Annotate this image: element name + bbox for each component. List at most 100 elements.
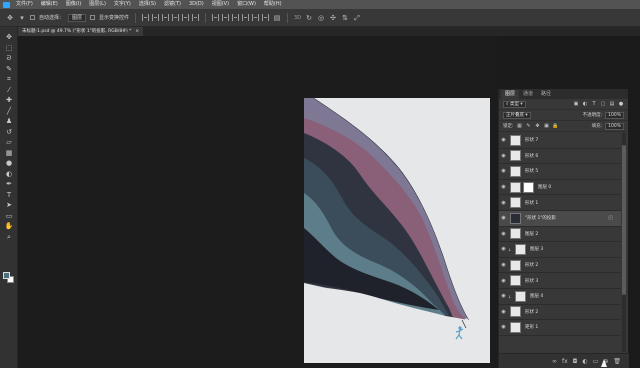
visibility-eye-icon[interactable]: ◉ xyxy=(499,324,508,330)
layer-row[interactable]: ◉ 形状 3 xyxy=(499,273,621,289)
layer-row[interactable]: ◉ 图层 0 xyxy=(499,180,621,196)
visibility-eye-icon[interactable]: ◉ xyxy=(499,278,508,284)
lock-all-icon[interactable]: 🔒 xyxy=(552,123,558,129)
align-vcenter-icon[interactable] xyxy=(152,14,160,21)
blur-icon[interactable]: ● xyxy=(4,159,14,167)
visibility-eye-icon[interactable]: ◉ xyxy=(499,153,508,159)
layer-row[interactable]: ◉ 形状 5 xyxy=(499,164,621,180)
align-bottom-icon[interactable] xyxy=(162,14,170,21)
layer-thumbnail[interactable] xyxy=(510,165,521,177)
fx-icon[interactable]: fx xyxy=(562,358,568,365)
dropdown-arrow-icon[interactable]: ▾ xyxy=(18,14,26,22)
layer-row[interactable]: ◉ 图层 2 xyxy=(499,227,621,243)
gradient-icon[interactable]: ▦ xyxy=(4,149,14,157)
layer-thumbnail[interactable] xyxy=(510,212,521,224)
3d-scale-icon[interactable]: ⤢ xyxy=(353,14,361,22)
menu-item-9[interactable]: 窗口(W) xyxy=(233,0,260,9)
folder-icon[interactable]: ▭ xyxy=(593,358,599,365)
pen-icon[interactable]: ✒ xyxy=(4,180,14,188)
healing-icon[interactable]: ✚ xyxy=(4,96,14,104)
adjustment-icon[interactable]: ◐ xyxy=(582,358,587,365)
filter-adjustment-icon[interactable]: ◐ xyxy=(582,101,588,107)
layer-row[interactable]: ◉ 矩形 1 xyxy=(499,320,621,336)
layer-row[interactable]: ◉ 形状 7 xyxy=(499,133,621,149)
crop-icon[interactable]: ⌗ xyxy=(4,75,14,83)
eyedropper-icon[interactable]: ⁄ xyxy=(4,86,14,94)
layers-scroll-thumb[interactable] xyxy=(622,145,626,295)
visibility-eye-icon[interactable]: ◉ xyxy=(499,231,508,237)
layer-row[interactable]: ◉ ↓ 图层 3 xyxy=(499,242,621,258)
distribute-top-icon[interactable] xyxy=(212,14,220,21)
menu-item-1[interactable]: 编辑(E) xyxy=(37,0,62,9)
visibility-eye-icon[interactable]: ◉ xyxy=(499,200,508,206)
lock-artboard-icon[interactable]: ▣ xyxy=(544,123,550,129)
menu-item-3[interactable]: 图层(L) xyxy=(85,0,110,9)
document-tab[interactable]: 未标题-1.psd @ 49.7% ("形状 1"的投影, RGB/8#) * … xyxy=(18,27,144,36)
mask-icon[interactable]: ◘ xyxy=(573,358,578,365)
opacity-input[interactable]: 100% xyxy=(605,111,624,119)
tab-paths[interactable]: 路径 xyxy=(537,90,555,99)
move-icon[interactable]: ✥ xyxy=(4,33,14,41)
align-left-icon[interactable] xyxy=(172,14,180,21)
eraser-icon[interactable]: ▱ xyxy=(4,138,14,146)
visibility-eye-icon[interactable]: ◉ xyxy=(499,168,508,174)
stamp-icon[interactable]: ♟ xyxy=(4,117,14,125)
lasso-icon[interactable]: ᘐ xyxy=(4,54,14,62)
lock-position-icon[interactable]: ✥ xyxy=(535,123,541,129)
layer-filter-dropdown[interactable]: ⌕ 类型 ▾ xyxy=(503,100,526,108)
layer-row[interactable]: ◉ 形状 6 xyxy=(499,149,621,165)
filter-type-icon[interactable]: T xyxy=(591,101,597,107)
layer-thumbnail[interactable] xyxy=(510,197,521,209)
marquee-icon[interactable]: ⬚ xyxy=(4,44,14,52)
layer-row[interactable]: ◉ "形状 1"的投影 ◰ xyxy=(499,210,621,227)
menu-item-8[interactable]: 视图(V) xyxy=(208,0,233,9)
auto-select-dropdown[interactable]: 图层 xyxy=(68,13,87,22)
shape-icon[interactable]: ▭ xyxy=(4,212,14,220)
3d-rotate-icon[interactable]: ↻ xyxy=(305,14,313,22)
menu-item-2[interactable]: 图像(I) xyxy=(62,0,85,9)
dodge-icon[interactable]: ◐ xyxy=(4,170,14,178)
filter-pixel-icon[interactable]: ▣ xyxy=(573,101,579,107)
layer-row[interactable]: ◉ 形状 2 xyxy=(499,258,621,274)
show-transform-checkbox[interactable] xyxy=(90,15,96,20)
fill-input[interactable]: 100% xyxy=(605,122,624,130)
distribute-vcenter-icon[interactable] xyxy=(222,14,230,21)
auto-select-checkbox[interactable] xyxy=(30,15,35,20)
trash-icon[interactable]: 🗑 xyxy=(613,358,621,365)
menu-item-5[interactable]: 选择(S) xyxy=(135,0,160,9)
menu-item-6[interactable]: 滤镜(T) xyxy=(160,0,185,9)
foreground-color-swatch[interactable] xyxy=(3,272,10,279)
tab-channels[interactable]: 通道 xyxy=(519,90,537,99)
quick-select-icon[interactable]: ✎ xyxy=(4,65,14,73)
align-right-icon[interactable] xyxy=(192,14,200,21)
3d-pan-icon[interactable]: ✣ xyxy=(329,14,337,22)
document-canvas[interactable] xyxy=(304,98,490,363)
move-tool-icon[interactable]: ✥ xyxy=(6,14,14,22)
layer-thumbnail[interactable] xyxy=(515,243,526,255)
layer-mask-thumbnail[interactable] xyxy=(523,181,534,193)
blend-mode-dropdown[interactable]: 正片叠底 ▾ xyxy=(503,111,531,119)
distribute-hcenter-icon[interactable] xyxy=(252,14,260,21)
tab-layers[interactable]: 图层 xyxy=(501,90,520,99)
visibility-eye-icon[interactable]: ◉ xyxy=(499,246,508,252)
type-icon[interactable]: T xyxy=(4,191,14,199)
lock-transparent-icon[interactable]: ▦ xyxy=(517,123,523,129)
layer-thumbnail[interactable] xyxy=(510,150,521,162)
layers-scrollbar[interactable] xyxy=(622,133,626,352)
layer-thumbnail[interactable] xyxy=(510,259,521,271)
filter-shape-icon[interactable]: ▢ xyxy=(600,101,606,107)
align-top-icon[interactable] xyxy=(142,14,150,21)
3d-roll-icon[interactable]: ◎ xyxy=(317,14,325,22)
layer-thumbnail[interactable] xyxy=(515,290,526,302)
menu-item-4[interactable]: 文字(Y) xyxy=(110,0,135,9)
hand-icon[interactable]: ✋ xyxy=(4,222,14,230)
layer-row[interactable]: ◉ 形状 1 xyxy=(499,195,621,211)
filter-toggle-icon[interactable]: ● xyxy=(618,101,624,107)
zoom-icon[interactable]: ⌕ xyxy=(4,233,14,241)
distribute-bottom-icon[interactable] xyxy=(232,14,240,21)
distribute-right-icon[interactable] xyxy=(262,14,270,21)
layer-thumbnail[interactable] xyxy=(510,321,521,333)
layer-row[interactable]: ◉ ↓ 图层 4 xyxy=(499,289,621,305)
distribute-left-icon[interactable] xyxy=(242,14,250,21)
visibility-eye-icon[interactable]: ◉ xyxy=(499,215,508,221)
